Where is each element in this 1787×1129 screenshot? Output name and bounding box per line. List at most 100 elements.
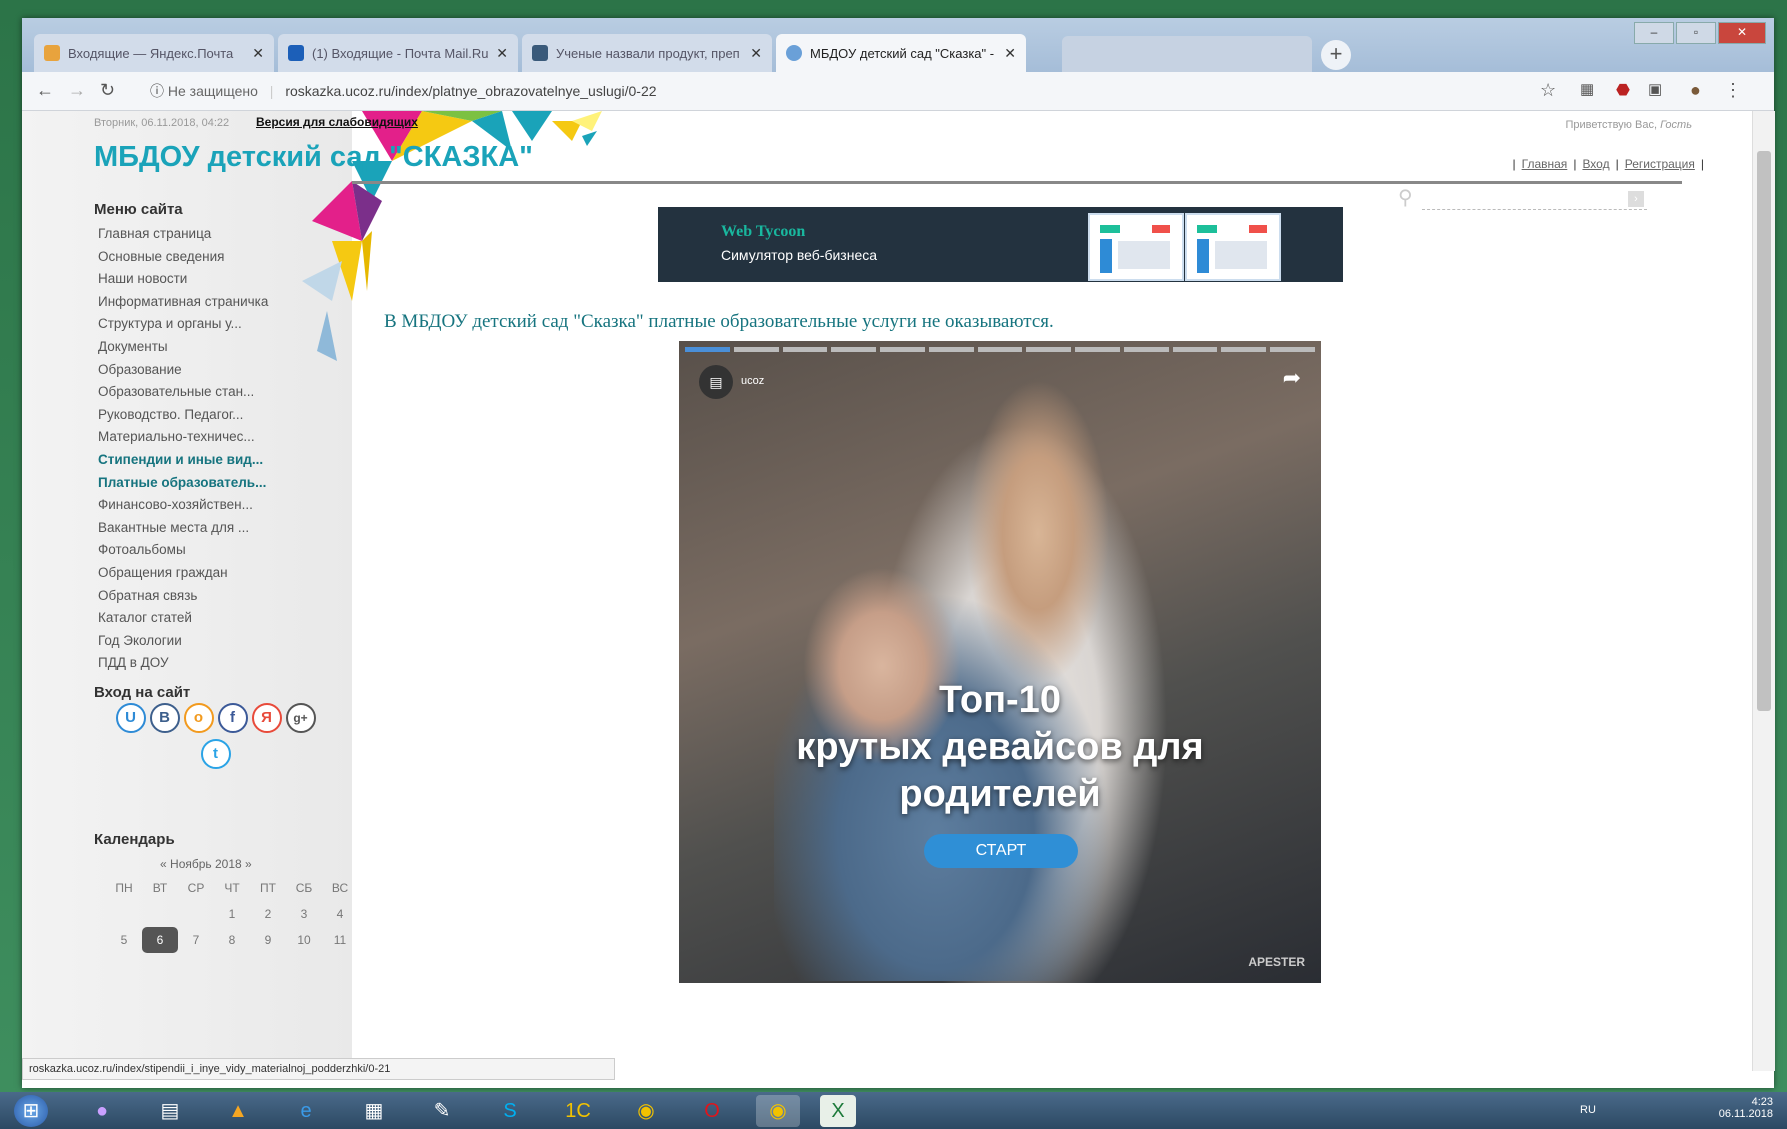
menu-item[interactable]: Вакантные места для ... [98,517,268,540]
menu-item[interactable]: Основные сведения [98,246,268,269]
progress-segment [880,347,925,352]
prev-month-link[interactable]: « [160,857,167,871]
calendar-day[interactable]: 3 [286,901,322,927]
extension-2-icon[interactable]: ▣ [1648,80,1662,98]
progress-segment [831,347,877,352]
search-submit-button[interactable]: › [1628,191,1644,207]
next-month-link[interactable]: » [245,857,252,871]
maximize-button[interactable]: ▫ [1676,22,1716,44]
close-tab-icon[interactable]: ✕ [1004,45,1016,62]
assistant-mic-icon[interactable]: ● [80,1095,124,1127]
menu-item[interactable]: Документы [98,336,268,359]
menu-item[interactable]: Наши новости [98,268,268,291]
excel-icon[interactable]: X [820,1095,856,1127]
menu-item[interactable]: Структура и органы у... [98,313,268,336]
back-icon[interactable]: ← [36,80,54,101]
menu-item[interactable]: Обращения граждан [98,562,268,585]
tab-skazka[interactable]: МБДОУ детский сад "Сказка" - I ✕ [776,34,1026,72]
calendar-nav: « Ноябрь 2018 » [160,857,252,871]
address-bar[interactable]: ⓘ Не защищено | roskazka.ucoz.ru/index/p… [150,78,1530,104]
page-scrollbar[interactable] [1752,111,1775,1071]
app-triangle-icon[interactable]: ▲ [216,1095,260,1127]
scrollbar-thumb[interactable] [1757,151,1771,711]
menu-item[interactable]: Финансово-хозяйствен... [98,494,268,517]
home-link[interactable]: Главная [1522,157,1568,171]
close-tab-icon[interactable]: ✕ [496,45,508,62]
menu-item-paid-services[interactable]: Платные образователь... [98,472,268,495]
yandex-login-icon[interactable]: Я [251,703,282,733]
google-plus-login-icon[interactable]: g+ [285,703,316,733]
file-explorer-icon[interactable]: ▤ [148,1095,192,1127]
accessibility-version-link[interactable]: Версия для слабовидящих [256,115,418,129]
menu-kebab-icon[interactable]: ⋮ [1724,80,1742,101]
calendar-day[interactable]: 1 [214,901,250,927]
menu-item[interactable]: Информативная страничка [98,291,268,314]
calendar-day[interactable]: 2 [250,901,286,927]
embedded-video-widget[interactable]: ▤ ucoz ➦ Топ-10 крутых девайсов для роди… [679,341,1321,983]
language-indicator[interactable]: RU [1580,1104,1596,1116]
calendar-day[interactable]: 11 [322,927,358,953]
odnoklassniki-login-icon[interactable]: o [183,703,214,733]
web-page: Вторник, 06.11.2018, 04:22 Версия для сл… [22,111,1752,1071]
facebook-login-icon[interactable]: f [217,703,248,733]
menu-item[interactable]: Фотоальбомы [98,539,268,562]
extension-icon[interactable]: ⬣ [1616,80,1630,100]
menu-item[interactable]: Образовательные стан... [98,381,268,404]
apps-icon[interactable]: ▦ [1580,80,1594,98]
new-tab-button[interactable]: + [1321,40,1351,70]
menu-item[interactable]: Год Экологии [98,630,268,653]
calendar-day[interactable]: 9 [250,927,286,953]
skype-icon[interactable]: S [488,1095,532,1127]
calendar-day[interactable]: 7 [178,927,214,953]
opera-icon[interactable]: O [690,1095,734,1127]
chrome-active-icon[interactable]: ◉ [756,1095,800,1127]
chrome-icon[interactable]: ◉ [624,1095,668,1127]
tab-mail-ru[interactable]: (1) Входящие - Почта Mail.Ru ✕ [278,34,518,72]
start-menu-icon[interactable]: ⊞ [14,1095,48,1127]
news-favicon-icon [532,45,548,61]
internet-explorer-icon[interactable]: e [284,1095,328,1127]
ucoz-login-icon[interactable]: U [115,703,146,733]
menu-item[interactable]: Материально-техничес... [98,426,268,449]
calculator-icon[interactable]: ▦ [352,1095,396,1127]
menu-item[interactable]: Главная страница [98,223,268,246]
menu-item[interactable]: ПДД в ДОУ [98,652,268,675]
url-text: roskazka.ucoz.ru/index/platnye_obrazovat… [285,83,657,99]
login-link[interactable]: Вход [1582,157,1609,171]
blank-tab-area [1062,36,1312,72]
system-clock[interactable]: 4:23 06.11.2018 [1719,1096,1773,1120]
share-icon[interactable]: ➦ [1283,365,1301,391]
calendar-day[interactable]: 8 [214,927,250,953]
tab-yandex-mail[interactable]: Входящие — Яндекс.Почта ✕ [34,34,274,72]
search-input[interactable] [1422,189,1647,210]
menu-item[interactable]: Обратная связь [98,585,268,608]
tab-news[interactable]: Ученые назвали продукт, преп ✕ [522,34,772,72]
1c-icon[interactable]: 1С [556,1095,600,1127]
weekday: ПТ [260,881,276,895]
calendar-day[interactable]: 5 [106,927,142,953]
menu-item-stipends[interactable]: Стипендии и иные вид... [98,449,268,472]
close-tab-icon[interactable]: ✕ [750,45,762,62]
register-link[interactable]: Регистрация [1625,157,1695,171]
profile-avatar-icon[interactable]: ● [1690,80,1701,101]
calendar-day-today[interactable]: 6 [142,927,178,953]
twitter-login-icon[interactable]: t [200,739,231,769]
bookmark-star-icon[interactable]: ☆ [1540,80,1556,101]
paint-icon[interactable]: ✎ [420,1095,464,1127]
minimize-button[interactable]: – [1634,22,1674,44]
vk-login-icon[interactable]: В [149,703,180,733]
menu-item[interactable]: Образование [98,359,268,382]
reload-icon[interactable]: ↻ [100,80,115,101]
site-title[interactable]: МБДОУ детский сад "СКАЗКА" [94,141,533,174]
calendar-day[interactable]: 10 [286,927,322,953]
forward-icon[interactable]: → [68,80,86,101]
dashboard-illustration-icon [1185,213,1281,281]
menu-item[interactable]: Каталог статей [98,607,268,630]
info-icon[interactable]: ⓘ [150,83,164,99]
ad-banner[interactable]: Web Tycoon Симулятор веб-бизнеса [658,207,1343,282]
calendar-day[interactable]: 4 [322,901,358,927]
close-window-button[interactable]: ✕ [1718,22,1766,44]
menu-item[interactable]: Руководство. Педагог... [98,404,268,427]
close-tab-icon[interactable]: ✕ [252,45,264,62]
start-button[interactable]: СТАРТ [924,834,1078,868]
